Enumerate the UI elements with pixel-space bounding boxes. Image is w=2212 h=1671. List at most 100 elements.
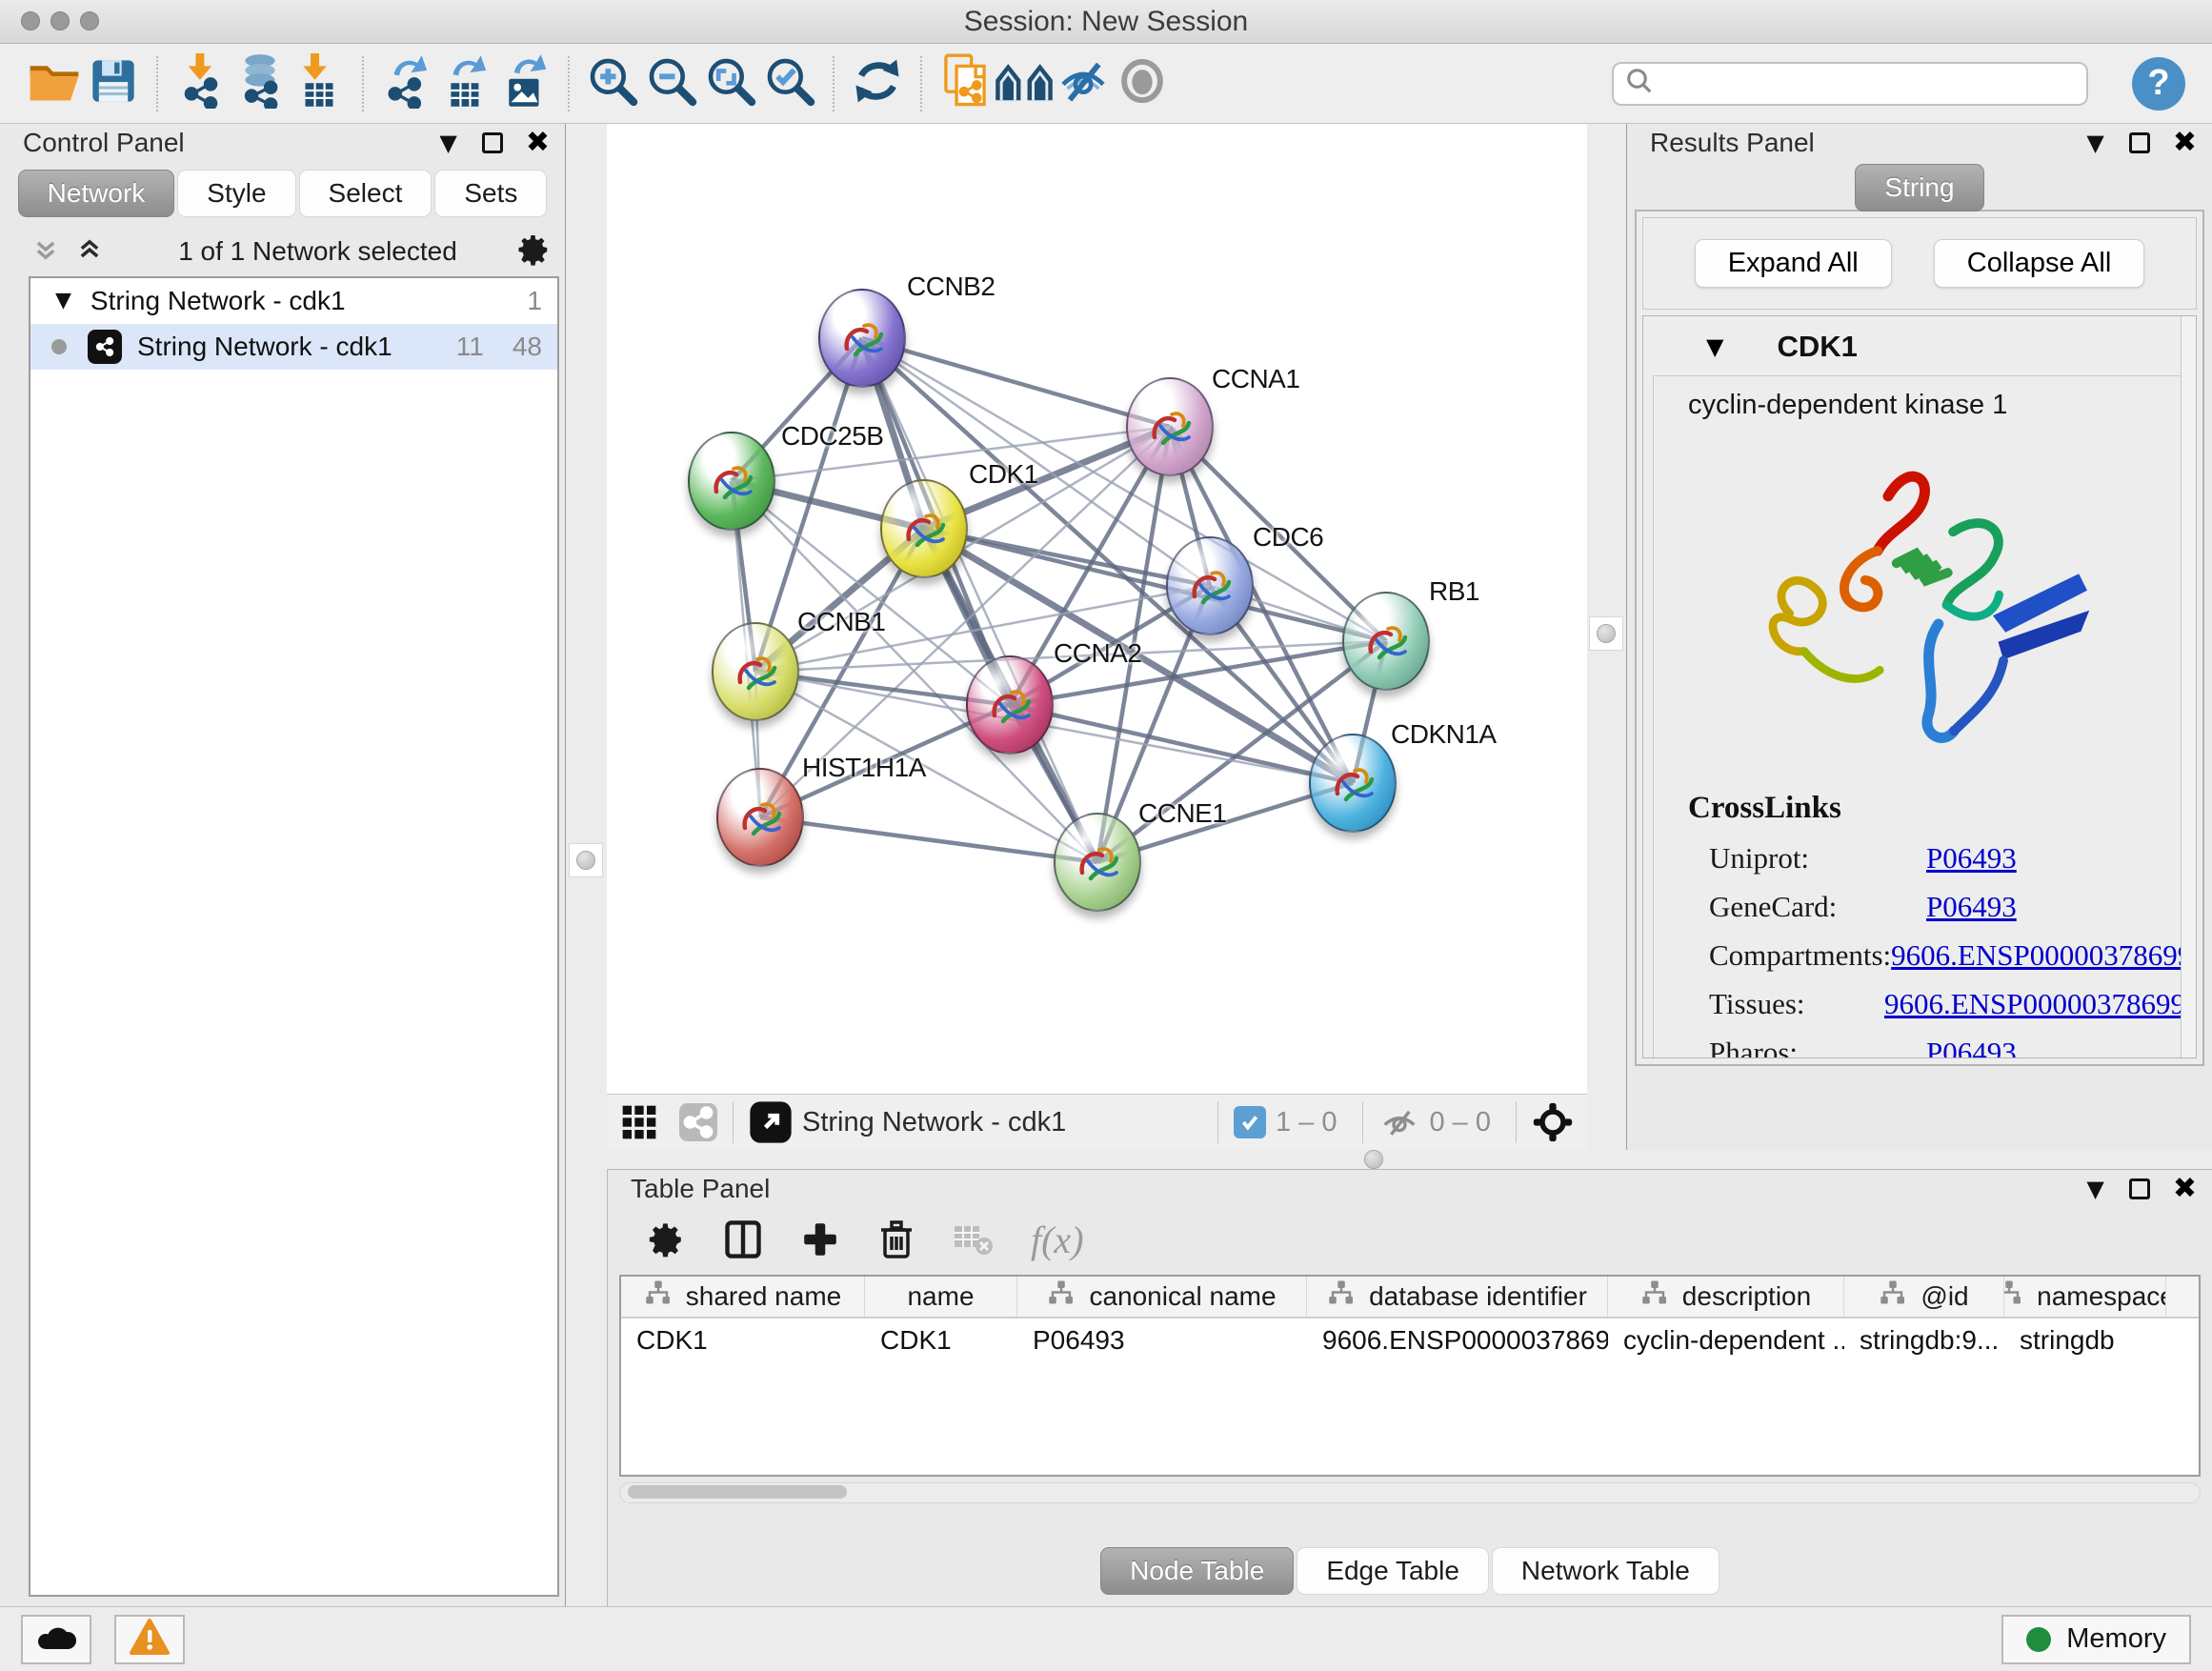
control-panel-float-icon[interactable] [482, 132, 503, 153]
network-node-ccne1[interactable] [1054, 813, 1141, 912]
network-node-cdc6[interactable] [1166, 536, 1254, 635]
global-search-box[interactable] [1612, 62, 2088, 106]
table-row[interactable]: CDK1CDK1P064939606.ENSP00000378699cyclin… [621, 1319, 2199, 1362]
control-panel-close-icon[interactable]: ✖ [526, 129, 550, 157]
grid-view-icon[interactable] [620, 1103, 658, 1141]
right-splitter[interactable] [1587, 124, 1626, 1150]
export-network-button[interactable] [377, 54, 436, 113]
collapse-section-icon[interactable]: ▼ [1706, 335, 1723, 358]
import-database-button[interactable] [231, 54, 290, 113]
collapse-all-networks-icon[interactable] [32, 236, 59, 268]
splitter-grip[interactable] [1589, 616, 1623, 651]
table-cell[interactable]: P06493 [1017, 1319, 1307, 1362]
network-share-view-icon[interactable] [679, 1103, 717, 1141]
crosshair-icon[interactable] [1532, 1101, 1574, 1143]
table-cell[interactable]: 9606.ENSP00000378699 [1307, 1319, 1608, 1362]
tab-sets[interactable]: Sets [434, 170, 547, 217]
double-house-button[interactable] [995, 54, 1054, 113]
network-edge[interactable] [1010, 705, 1353, 783]
import-table-button[interactable] [290, 54, 349, 113]
table-cell[interactable]: cyclin-dependent ... [1608, 1319, 1844, 1362]
cloud-status-button[interactable] [21, 1615, 91, 1664]
column-header-database-identifier[interactable]: database identifier [1307, 1277, 1608, 1317]
network-node-cdkn1a[interactable] [1309, 734, 1397, 833]
network-row[interactable]: String Network - cdk1 11 48 [30, 324, 557, 370]
network-node-hist1h1a[interactable] [716, 768, 804, 867]
table-panel-float-icon[interactable] [2129, 1178, 2150, 1199]
gene-section-header[interactable]: ▼ CDK1 [1643, 316, 2196, 375]
expand-all-button[interactable]: Expand All [1695, 239, 1892, 288]
birds-eye-view-icon[interactable] [749, 1100, 793, 1144]
results-scrollbar[interactable] [2181, 316, 2196, 1057]
warnings-button[interactable] [114, 1615, 185, 1664]
horizontal-splitter[interactable] [566, 1150, 2212, 1169]
create-column-plus-icon[interactable] [800, 1219, 840, 1259]
table-panel-close-icon[interactable]: ✖ [2173, 1175, 2197, 1203]
tab-network-table[interactable]: Network Table [1492, 1547, 1719, 1595]
export-table-button[interactable] [436, 54, 495, 113]
tab-edge-table[interactable]: Edge Table [1297, 1547, 1489, 1595]
collapse-all-button[interactable]: Collapse All [1934, 239, 2145, 288]
help-button[interactable]: ? [2132, 57, 2185, 111]
splitter-grip[interactable] [1357, 1142, 1391, 1177]
refresh-view-button[interactable] [848, 54, 907, 113]
open-session-button[interactable] [25, 54, 84, 113]
table-horizontal-scrollbar[interactable] [619, 1482, 2201, 1503]
network-collection-row[interactable]: ▼ String Network - cdk1 1 [30, 278, 557, 324]
splitter-grip[interactable] [569, 843, 603, 877]
table-cell[interactable]: CDK1 [865, 1319, 1017, 1362]
tab-select[interactable]: Select [299, 170, 432, 217]
search-input[interactable] [1663, 69, 2075, 98]
network-canvas[interactable]: CCNB2 CCNA1 CDC25B CDK1 CDC6 RB1 CCNB1 [607, 124, 1587, 1094]
column-header-canonical-name[interactable]: canonical name [1017, 1277, 1307, 1317]
memory-button[interactable]: Memory [2001, 1615, 2191, 1664]
network-edge[interactable] [760, 817, 1097, 862]
network-document-button[interactable] [935, 54, 995, 113]
crosslink-link[interactable]: P06493 [1926, 1036, 2017, 1058]
selected-checkbox-icon[interactable] [1234, 1106, 1266, 1138]
network-node-cdk1[interactable] [880, 479, 968, 578]
column-header-namespace[interactable]: namespace [2004, 1277, 2166, 1317]
tab-network[interactable]: Network [18, 170, 175, 217]
table-cell[interactable]: stringdb:9... [1844, 1319, 2004, 1362]
column-header-description[interactable]: description [1608, 1277, 1844, 1317]
close-window-icon[interactable] [21, 11, 40, 30]
network-node-ccnb2[interactable] [818, 289, 906, 388]
network-node-ccna2[interactable] [966, 655, 1054, 755]
import-network-button[interactable] [171, 54, 231, 113]
table-panel-menu-icon[interactable]: ▼ [2086, 1178, 2103, 1200]
show-columns-icon[interactable] [722, 1218, 764, 1260]
save-session-button[interactable] [84, 54, 143, 113]
hidden-eye-icon[interactable] [1378, 1105, 1420, 1139]
column-header-shared-name[interactable]: shared name [621, 1277, 865, 1317]
minimize-window-icon[interactable] [50, 11, 70, 30]
column-header-name[interactable]: name [865, 1277, 1017, 1317]
crosslink-link[interactable]: P06493 [1926, 841, 2017, 876]
collection-expand-icon[interactable]: ▼ [55, 291, 71, 312]
crosslink-link[interactable]: 9606.ENSP00000378699 [1884, 987, 2185, 1021]
scrollbar-thumb[interactable] [628, 1485, 847, 1499]
table-cell[interactable]: CDK1 [621, 1319, 865, 1362]
results-panel-float-icon[interactable] [2129, 132, 2150, 153]
table-settings-gear-icon[interactable] [646, 1219, 686, 1259]
table-cell[interactable]: stringdb [2004, 1319, 2166, 1362]
crosslink-link[interactable]: P06493 [1926, 890, 2017, 924]
network-node-ccna1[interactable] [1126, 377, 1214, 476]
show-all-button[interactable] [1113, 54, 1172, 113]
network-node-cdc25b[interactable] [688, 432, 775, 531]
zoom-fit-button[interactable] [701, 54, 760, 113]
tab-string[interactable]: String [1855, 164, 1983, 211]
export-image-button[interactable] [495, 54, 554, 113]
zoom-out-button[interactable] [642, 54, 701, 113]
results-panel-menu-icon[interactable]: ▼ [2086, 131, 2103, 154]
network-node-rb1[interactable] [1342, 592, 1430, 691]
network-node-ccnb1[interactable] [712, 622, 799, 721]
expand-all-networks-icon[interactable] [76, 236, 103, 268]
left-splitter[interactable] [566, 124, 607, 1150]
control-panel-menu-icon[interactable]: ▼ [439, 131, 456, 154]
zoom-window-icon[interactable] [80, 11, 99, 30]
network-edge[interactable] [862, 338, 1097, 862]
tab-node-table[interactable]: Node Table [1100, 1547, 1294, 1595]
network-options-gear-icon[interactable] [515, 232, 552, 272]
column-header--id[interactable]: @id [1844, 1277, 2004, 1317]
